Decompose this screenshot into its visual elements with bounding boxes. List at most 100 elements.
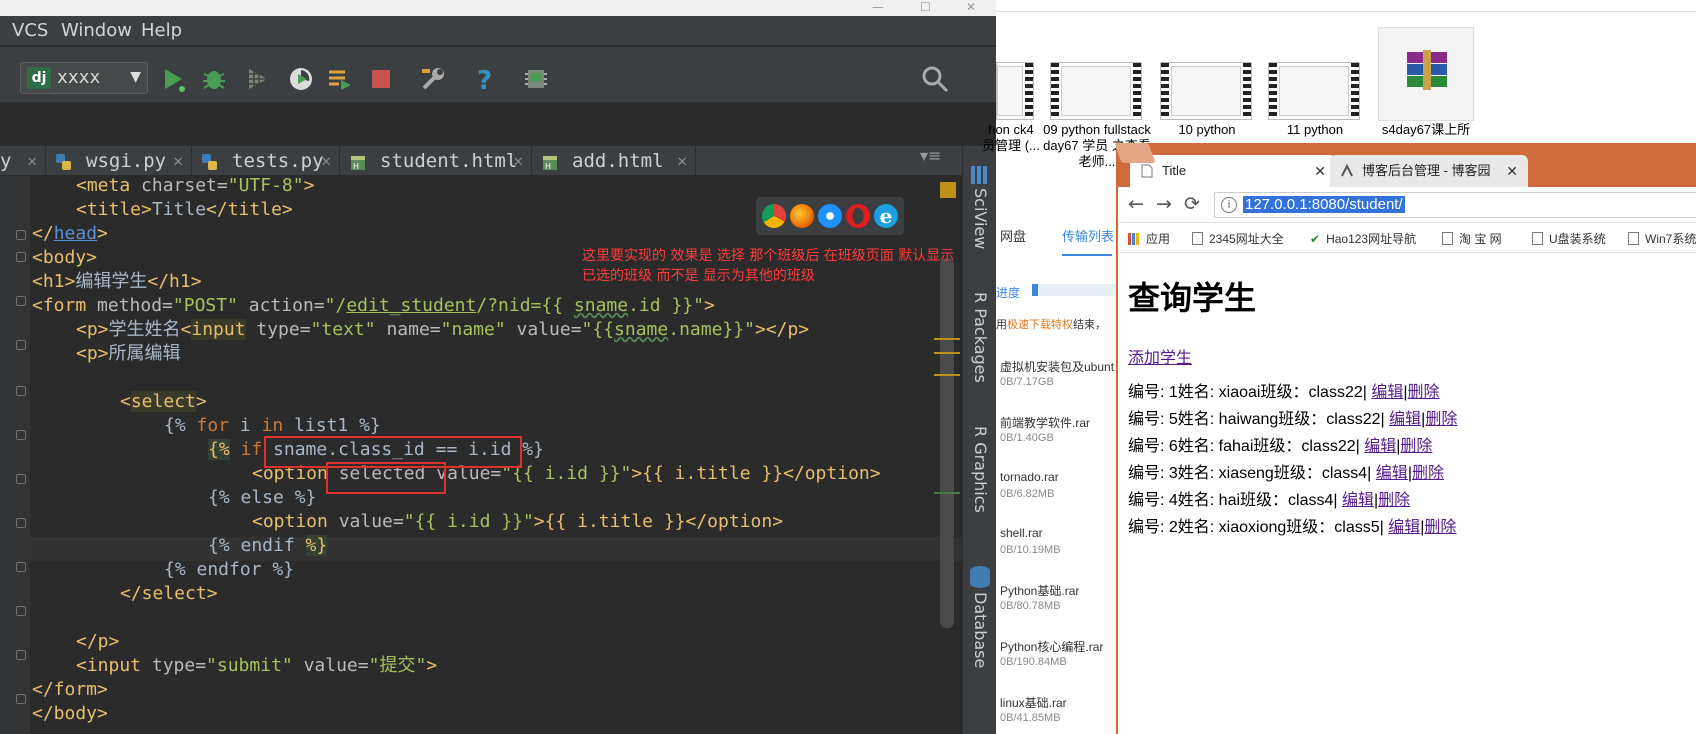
bookmark-2345[interactable]: 2345网址大全 [1192,230,1284,247]
close-icon[interactable]: ✕ [173,146,183,176]
fold-marker[interactable] [16,252,26,262]
delete-link[interactable]: 删除 [1424,519,1456,536]
change-stripe-mark[interactable] [934,492,960,494]
bookmark-taobao[interactable]: 淘 宝 网 [1442,230,1502,247]
close-icon[interactable]: ✕ [513,146,523,176]
edit-link[interactable]: 编辑 [1342,492,1374,509]
browser-tab-title[interactable]: Title ✕ [1130,155,1336,187]
fold-marker[interactable] [16,518,26,528]
settings-wrench-icon[interactable] [418,64,448,94]
archive-file-tile[interactable] [1378,27,1474,121]
error-stripe-mark[interactable] [934,338,960,340]
archive-file-caption[interactable]: s4day67课上所 [1372,122,1480,138]
fold-marker[interactable] [16,230,26,240]
fold-marker[interactable] [16,430,26,440]
tab-tests-py[interactable]: tests.py ✕ [192,146,340,176]
transfer-file-name[interactable]: 虚拟机安装包及ubunt [1000,358,1114,375]
transfer-file-name[interactable]: linux基础.rar [1000,694,1067,711]
delete-link[interactable]: 删除 [1425,411,1457,428]
edit-link[interactable]: 编辑 [1388,519,1420,536]
new-tab-button[interactable] [1114,143,1156,163]
address-url[interactable]: 127.0.0.1:8080/student/ [1243,196,1405,213]
menu-vcs[interactable]: VCS [12,20,48,41]
back-button[interactable]: ← [1128,193,1144,215]
tab-transfer-list[interactable]: 传输列表 [1062,226,1114,245]
debug-icon[interactable] [199,64,229,94]
close-icon[interactable]: ✕ [27,146,37,176]
bookmark-hao123[interactable]: ✔ Hao123网址导航 [1310,230,1416,247]
tool-tab-database[interactable]: Database [971,592,990,668]
profile-icon[interactable] [286,64,316,94]
video-thumbnail[interactable] [1050,62,1142,120]
run-configuration-select[interactable]: dj xxxx ▼ [20,62,148,94]
tab-add-html[interactable]: H add.html ✕ [532,146,696,176]
edit-link[interactable]: 编辑 [1364,438,1396,455]
transfer-file-name[interactable]: tornado.rar [1000,470,1059,484]
stop-icon[interactable] [366,64,396,94]
thumbnail-caption[interactable]: hon ck4 员管理 (... [980,122,1042,154]
error-stripe-mark[interactable] [934,352,960,354]
thumbnail-caption[interactable]: 11 python [1260,122,1370,138]
fold-marker[interactable] [16,562,26,572]
fold-marker[interactable] [16,606,26,616]
bookmark-usb-system[interactable]: U盘装系统 [1532,230,1606,247]
menu-window[interactable]: Window [61,20,132,41]
tabs-overflow-icon[interactable]: ▾≡ [920,146,941,165]
transfer-file-name[interactable]: 前端教学软件.rar [1000,414,1090,431]
transfer-file-name[interactable]: Python基础.rar [1000,582,1079,599]
tool-tab-sciview[interactable]: SciView [971,188,990,249]
coverage-icon[interactable] [243,64,273,94]
edit-link[interactable]: 编辑 [1389,411,1421,428]
thumbnail-caption[interactable]: 10 python [1152,122,1262,138]
search-icon[interactable] [920,64,950,94]
close-tab-icon[interactable]: ✕ [1506,155,1518,187]
fold-marker[interactable] [16,386,26,396]
warning-indicator-icon[interactable] [940,182,956,198]
help-icon[interactable]: ? [469,64,499,94]
transfer-file-name[interactable]: Python核心编程.rar [1000,638,1103,655]
error-stripe-mark[interactable] [934,374,960,376]
add-student-link[interactable]: 添加学生 [1128,344,1192,368]
delete-link[interactable]: 删除 [1400,438,1432,455]
site-info-icon[interactable]: i [1221,197,1237,213]
speedup-link[interactable]: 极速下载特权 [1007,319,1073,331]
edit-link[interactable]: 编辑 [1371,384,1403,401]
video-thumbnail[interactable] [996,62,1034,120]
maximize-button[interactable]: ☐ [920,0,931,14]
run-icon[interactable] [158,64,188,94]
tab-partial[interactable]: y ✕ [0,146,46,176]
transfer-file-name[interactable]: shell.rar [1000,526,1043,540]
concurrency-icon[interactable] [325,64,355,94]
video-thumbnail[interactable] [1160,62,1252,120]
firefox-browser-icon[interactable] [790,204,814,228]
sdk-icon[interactable] [521,64,551,94]
close-icon[interactable]: ✕ [677,146,687,176]
menu-help[interactable]: Help [141,20,182,41]
ie-browser-icon[interactable]: e [874,204,898,228]
forward-button[interactable]: → [1156,193,1172,215]
address-bar[interactable]: i 127.0.0.1:8080/student/ [1214,192,1696,218]
bookmark-apps[interactable]: 应用 [1128,230,1170,247]
tab-student-html[interactable]: H student.html ✕ [340,146,532,176]
delete-link[interactable]: 删除 [1378,492,1410,509]
fold-marker[interactable] [16,296,26,306]
fold-marker[interactable] [16,694,26,704]
safari-browser-icon[interactable] [818,204,842,228]
video-thumbnail[interactable] [1268,62,1360,120]
fold-marker[interactable] [16,474,26,484]
close-window-button[interactable]: ✕ [966,0,976,14]
delete-link[interactable]: 删除 [1412,465,1444,482]
reload-button[interactable]: ⟳ [1184,193,1200,215]
chrome-browser-icon[interactable] [762,204,786,228]
tool-tab-r-packages[interactable]: R Packages [971,292,990,383]
editor-scrollbar[interactable] [940,258,954,628]
delete-link[interactable]: 删除 [1408,384,1440,401]
close-tab-icon[interactable]: ✕ [1314,155,1326,187]
fold-marker[interactable] [16,340,26,350]
close-icon[interactable]: ✕ [321,146,331,176]
tool-tab-r-graphics[interactable]: R Graphics [971,426,990,513]
browser-tab-blog-admin[interactable]: 博客后台管理 - 博客园 ✕ [1330,155,1528,187]
tab-netdisk[interactable]: 网盘 [1000,226,1026,245]
opera-browser-icon[interactable] [846,204,870,228]
tab-wsgi-py[interactable]: wsgi.py ✕ [46,146,192,176]
